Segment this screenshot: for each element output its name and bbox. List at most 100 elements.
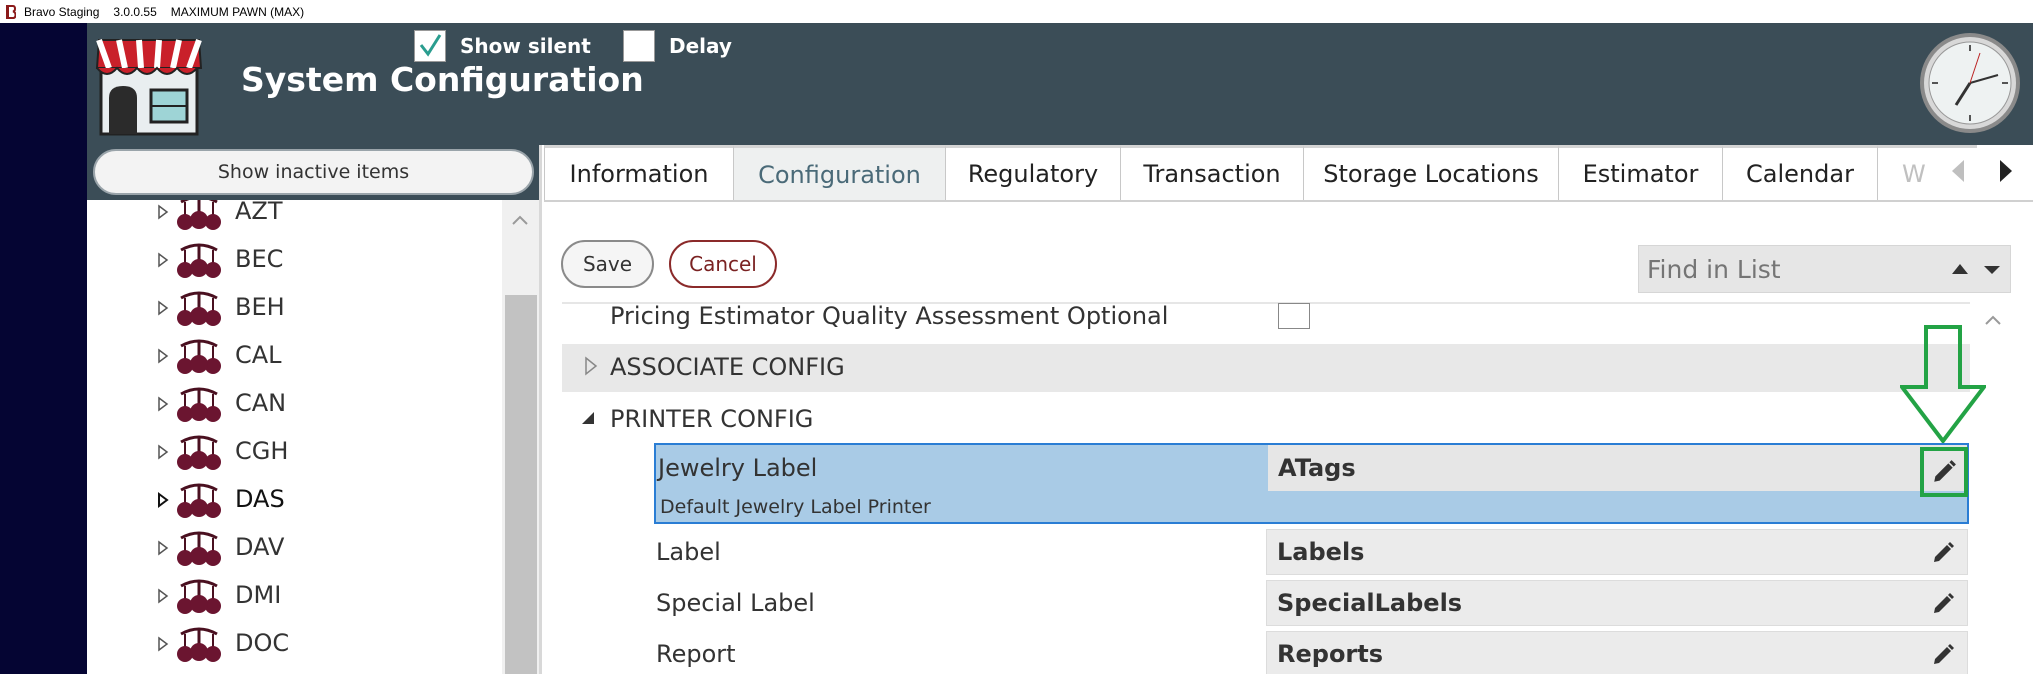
group-label: PRINTER CONFIG xyxy=(610,405,814,433)
tree-item-beh[interactable]: BEH xyxy=(87,288,502,328)
show-inactive-button[interactable]: Show inactive items xyxy=(93,149,534,195)
tab-configuration[interactable]: Configuration xyxy=(733,145,946,201)
tab-transaction[interactable]: Transaction xyxy=(1120,145,1304,201)
config-row[interactable]: Report Reports xyxy=(656,631,1968,674)
pawn-balls-icon xyxy=(177,579,221,614)
tab-storage-locations[interactable]: Storage Locations xyxy=(1303,145,1559,201)
tab-bar: Information Configuration Regulatory Tra… xyxy=(544,145,2033,201)
edit-pencil-button[interactable] xyxy=(1920,447,1968,497)
save-button[interactable]: Save xyxy=(561,240,654,288)
collapse-arrow-icon[interactable] xyxy=(580,410,596,426)
cancel-button[interactable]: Cancel xyxy=(669,240,777,288)
row-value: Labels xyxy=(1266,529,1968,575)
tree-item-bec[interactable]: BEC xyxy=(87,240,502,280)
bravo-logo-icon xyxy=(4,4,18,20)
store-tree: AZT BEC BEH CAL CAN CGH DAS DAV DMI DOC xyxy=(87,200,502,674)
tree-item-label: BEC xyxy=(235,245,284,273)
pawn-balls-icon xyxy=(177,531,221,566)
row-name: Report xyxy=(656,631,1266,674)
find-next-icon[interactable] xyxy=(1983,265,2001,275)
row-description: Default Jewelry Label Printer xyxy=(660,496,931,518)
row-value: SpecialLabels xyxy=(1266,580,1968,626)
storefront-icon xyxy=(95,28,203,138)
tab-estimator[interactable]: Estimator xyxy=(1558,145,1723,201)
store-name: MAXIMUM PAWN (MAX) xyxy=(170,4,305,19)
tree-item-can[interactable]: CAN xyxy=(87,384,502,424)
tab-information[interactable]: Information xyxy=(544,145,734,201)
setting-checkbox[interactable] xyxy=(1278,303,1310,329)
expand-arrow-icon[interactable] xyxy=(155,444,171,460)
show-silent-label: Show silent xyxy=(460,34,591,58)
pawn-balls-icon xyxy=(177,291,221,326)
title-bar: Bravo Staging 3.0.0.55 MAXIMUM PAWN (MAX… xyxy=(0,0,2033,23)
row-name: Special Label xyxy=(656,580,1266,626)
expand-arrow-icon[interactable] xyxy=(155,252,171,268)
tab-calendar[interactable]: Calendar xyxy=(1722,145,1878,201)
scroll-up-icon[interactable] xyxy=(511,214,529,226)
group-label: ASSOCIATE CONFIG xyxy=(610,353,845,381)
tree-item-cal[interactable]: CAL xyxy=(87,336,502,376)
app-window: Bravo Staging 3.0.0.55 MAXIMUM PAWN (MAX… xyxy=(0,0,2033,674)
expand-arrow-icon[interactable] xyxy=(584,356,598,376)
show-silent-checkbox[interactable] xyxy=(414,30,446,62)
tab-scroll-left-icon[interactable] xyxy=(1950,158,1966,184)
scroll-up-icon[interactable] xyxy=(1984,314,2002,326)
tree-item-dav[interactable]: DAV xyxy=(87,528,502,568)
sidebar-scroll-thumb[interactable] xyxy=(505,295,537,674)
pencil-icon xyxy=(1934,460,1956,482)
row-value: ATags xyxy=(1268,445,1967,491)
tree-item-label: DAS xyxy=(235,485,285,513)
expand-arrow-icon[interactable] xyxy=(155,396,171,412)
setting-label: Pricing Estimator Quality Assessment Opt… xyxy=(610,302,1169,330)
tree-item-label: DAV xyxy=(235,533,285,561)
left-strip xyxy=(0,23,87,674)
pawn-balls-icon xyxy=(177,339,221,374)
config-row[interactable]: Label Labels xyxy=(656,529,1968,575)
pencil-icon[interactable] xyxy=(1931,592,1955,616)
tree-item-label: BEH xyxy=(235,293,285,321)
delay-label: Delay xyxy=(669,34,732,58)
pawn-balls-icon xyxy=(177,483,221,518)
clock-icon xyxy=(1918,31,2022,135)
row-name: Label xyxy=(656,529,1266,575)
delay-checkbox[interactable] xyxy=(623,30,655,62)
checkmark-icon xyxy=(419,34,442,57)
tree-item-label: CAL xyxy=(235,341,282,369)
pawn-balls-icon xyxy=(177,200,221,230)
app-name: Bravo Staging xyxy=(24,4,100,19)
expand-arrow-icon[interactable] xyxy=(155,300,171,316)
page-title: System Configuration xyxy=(241,60,644,99)
tab-scroll-right-icon[interactable] xyxy=(1998,158,2014,184)
row-value: Reports xyxy=(1266,631,1968,674)
down-arrow-icon xyxy=(1900,325,1986,443)
expand-arrow-icon[interactable] xyxy=(155,204,171,220)
tree-item-label: CGH xyxy=(235,437,289,465)
expand-arrow-icon[interactable] xyxy=(155,636,171,652)
config-row[interactable]: Special Label SpecialLabels xyxy=(656,580,1968,626)
tree-item-das[interactable]: DAS xyxy=(87,480,502,520)
tree-item-dmi[interactable]: DMI xyxy=(87,576,502,616)
pawn-balls-icon xyxy=(177,627,221,662)
expand-arrow-icon[interactable] xyxy=(155,348,171,364)
row-name: Jewelry Label xyxy=(658,454,818,482)
tab-divider xyxy=(544,200,2033,202)
pawn-balls-icon xyxy=(177,435,221,470)
find-previous-icon[interactable] xyxy=(1951,263,1969,275)
find-in-list xyxy=(1638,245,2011,293)
sidebar-scrollbar[interactable] xyxy=(502,200,539,674)
tab-regulatory[interactable]: Regulatory xyxy=(945,145,1121,201)
expand-arrow-icon[interactable] xyxy=(155,492,171,508)
tree-item-doc[interactable]: DOC xyxy=(87,624,502,664)
find-input[interactable] xyxy=(1647,252,1917,286)
tree-item-cgh[interactable]: CGH xyxy=(87,432,502,472)
expand-arrow-icon[interactable] xyxy=(155,588,171,604)
pencil-icon[interactable] xyxy=(1931,541,1955,565)
config-row-selected[interactable]: Jewelry Label ATags Default Jewelry Labe… xyxy=(654,443,1969,524)
pawn-balls-icon xyxy=(177,387,221,422)
tree-item-label: AZT xyxy=(235,200,283,225)
tree-item-azt[interactable]: AZT xyxy=(87,200,502,232)
tree-item-label: DMI xyxy=(235,581,282,609)
expand-arrow-icon[interactable] xyxy=(155,540,171,556)
pencil-icon[interactable] xyxy=(1931,643,1955,667)
app-version: 3.0.0.55 xyxy=(113,4,157,19)
